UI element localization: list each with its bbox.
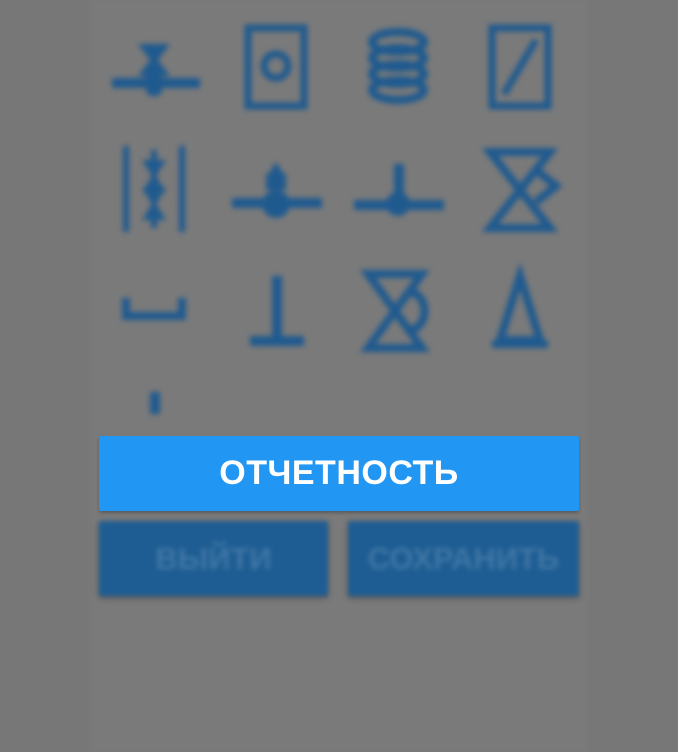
meter-box-icon[interactable]	[216, 8, 336, 128]
save-button[interactable]: СОХРАНИТЬ	[348, 521, 579, 596]
three-way-valve-icon[interactable]	[460, 130, 580, 250]
exit-button[interactable]: ВЫЙТИ	[99, 521, 328, 596]
coil-icon[interactable]	[338, 8, 458, 128]
symbol-grid	[94, 0, 584, 430]
cone-icon[interactable]	[460, 252, 580, 372]
report-button[interactable]: ОТЧЕТНОСТЬ	[99, 436, 579, 511]
valve-on-line-icon[interactable]	[216, 130, 336, 250]
valve-tee-icon[interactable]	[94, 8, 214, 128]
tee-junction-icon[interactable]	[338, 130, 458, 250]
angle-valve-icon[interactable]	[338, 252, 458, 372]
inverted-tee-icon[interactable]	[216, 252, 336, 372]
screen: ОТЧЕТНОСТЬ ВЫЙТИ СОХРАНИТЬ	[0, 0, 678, 752]
panel-slash-icon[interactable]	[460, 8, 580, 128]
inline-double-valve-icon[interactable]	[94, 130, 214, 250]
